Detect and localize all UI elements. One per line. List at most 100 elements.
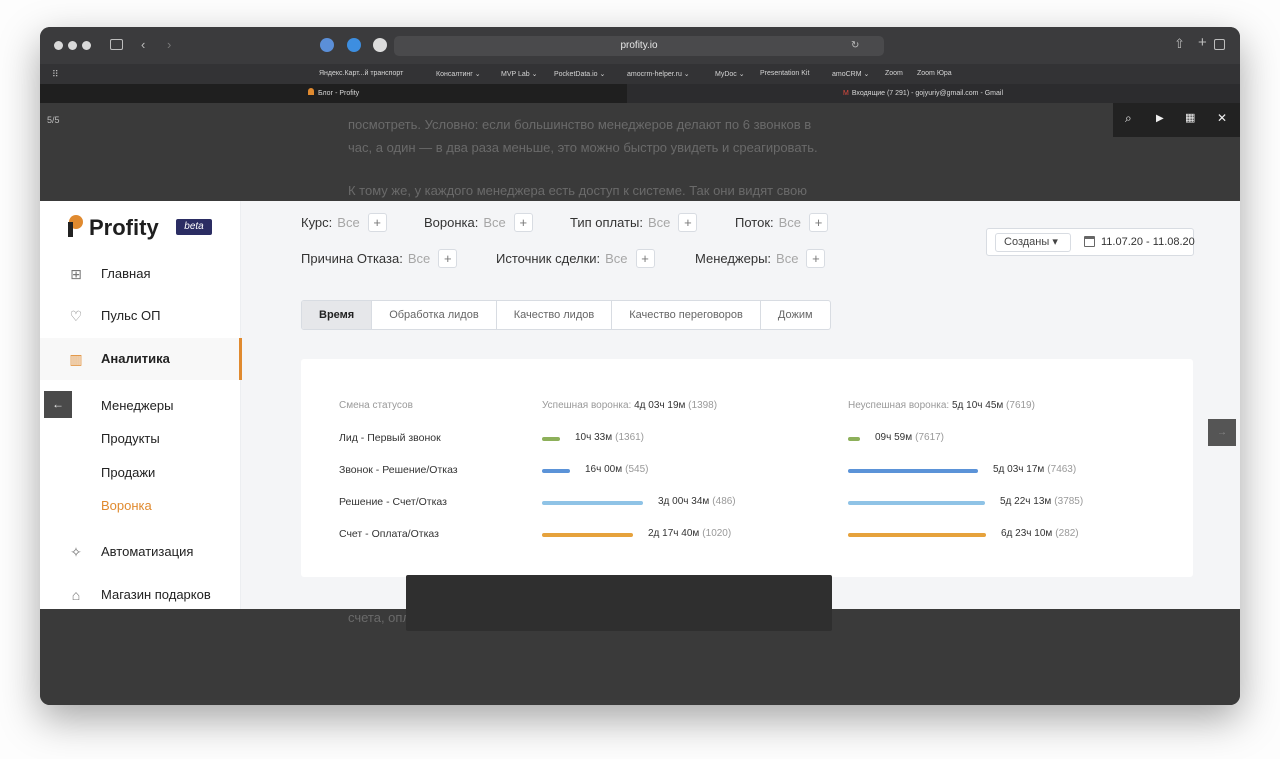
back-icon[interactable]: ‹ xyxy=(141,38,145,51)
reload-icon[interactable]: ↻ xyxy=(851,39,859,52)
sidebar-item-main[interactable]: ⊞ Главная xyxy=(40,253,241,295)
tab-blog[interactable]: Блог - Profity xyxy=(40,84,627,103)
status-time-card: Смена статусов Успешная воронка: 4д 03ч … xyxy=(301,359,1193,577)
address-bar[interactable]: profity.io xyxy=(394,36,884,56)
title-bar: ‹ › profity.io ↻ ⇧ + xyxy=(40,27,1240,64)
calendar-icon[interactable] xyxy=(1084,236,1095,247)
close-icon[interactable]: ✕ xyxy=(1217,111,1227,125)
new-tab-icon[interactable]: + xyxy=(1198,35,1207,50)
sidebar-item-label: Автоматизация xyxy=(101,544,194,559)
add-filter-button[interactable]: + xyxy=(635,249,655,268)
play-icon[interactable]: ▶ xyxy=(1156,113,1164,124)
deal-count: (1020) xyxy=(702,528,732,539)
filter-label: Воронка: xyxy=(424,215,479,230)
onepassword-extension-icon[interactable] xyxy=(347,38,361,52)
url-text: profity.io xyxy=(620,40,658,51)
filter-value: Все xyxy=(776,251,799,266)
bookmark-item[interactable]: amoCRM ⌄ xyxy=(832,70,869,78)
bar-chart-icon: ▥ xyxy=(69,351,83,367)
tab-lead-quality[interactable]: Качество лидов xyxy=(497,301,613,329)
sidebar-item-label: Магазин подарков xyxy=(101,587,211,602)
bookmark-item[interactable]: Zoom Юра xyxy=(917,70,952,77)
deal-count: (282) xyxy=(1055,528,1079,539)
sidebar-item-pulse[interactable]: ♡ Пульс ОП xyxy=(40,295,241,337)
add-filter-button[interactable]: + xyxy=(678,213,698,232)
fail-duration-value: 09ч 59м (7617) xyxy=(875,432,944,443)
sidebar-subitem-products[interactable]: Продукты xyxy=(101,431,160,446)
search-icon[interactable]: ⌕ xyxy=(1125,111,1132,126)
grid-view-icon[interactable]: ▦ xyxy=(1185,111,1195,124)
sidebar-subitem-sales[interactable]: Продажи xyxy=(101,465,155,480)
date-filter: Созданы ▾ 11.07.20 - 11.08.20 xyxy=(986,228,1195,256)
bookmark-item[interactable]: MyDoc ⌄ xyxy=(715,70,745,78)
date-range[interactable]: 11.07.20 - 11.08.20 xyxy=(1101,236,1195,248)
sidebar-item-label: Главная xyxy=(101,266,151,281)
forward-icon[interactable]: › xyxy=(167,38,171,51)
filter-value: Все xyxy=(778,215,802,230)
bookmarks-bar: ⠿ Яндекс.Карт...й транспорт Консалтинг ⌄… xyxy=(40,64,1240,84)
sparkle-icon: ✧ xyxy=(70,544,82,560)
filter-label: Менеджеры: xyxy=(695,251,772,266)
filter-label: Причина Отказа: xyxy=(301,251,403,266)
add-filter-button[interactable]: + xyxy=(513,213,533,232)
sidebar-item-gift-shop[interactable]: ⌂ Магазин подарков xyxy=(40,574,241,616)
tab-closing[interactable]: Дожим xyxy=(761,301,830,329)
close-window-button[interactable] xyxy=(54,41,63,50)
add-filter-button[interactable]: + xyxy=(438,249,458,268)
success-duration-bar xyxy=(542,533,633,537)
next-image-button[interactable]: → xyxy=(1208,419,1236,446)
article-text: час, а один — в два раза меньше, это мож… xyxy=(348,140,818,155)
date-mode-select[interactable]: Созданы ▾ xyxy=(995,233,1071,252)
minimize-window-button[interactable] xyxy=(68,41,77,50)
bookmark-item[interactable]: MVP Lab ⌄ xyxy=(501,70,537,78)
sidebar-subitem-managers[interactable]: Менеджеры xyxy=(101,398,173,413)
tab-overview-icon[interactable] xyxy=(1214,39,1225,50)
bookmark-item[interactable]: Presentation Kit xyxy=(760,70,809,77)
header-count: (7619) xyxy=(1006,400,1035,411)
deal-count: (3785) xyxy=(1054,496,1084,507)
tab-gmail[interactable]: M Входящие (7 291) - gojyuriy@gmail.com -… xyxy=(835,84,1003,103)
deal-count: (7463) xyxy=(1047,464,1077,475)
row-label: Решение - Счет/Отказ xyxy=(339,496,447,508)
article-text: посмотреть. Условно: если большинство ме… xyxy=(348,117,812,132)
logo-text: Profity xyxy=(89,215,159,240)
share-icon[interactable]: ⇧ xyxy=(1174,37,1185,50)
sidebar-item-analytics[interactable]: ▥ Аналитика xyxy=(40,338,242,380)
add-filter-button[interactable]: + xyxy=(367,213,387,232)
zoom-window-button[interactable] xyxy=(82,41,91,50)
bookmark-item[interactable]: PocketData.io ⌄ xyxy=(554,70,605,78)
header-label: Неуспешная воронка: xyxy=(848,400,950,411)
filter-label: Поток: xyxy=(735,215,774,230)
sidebar-item-automation[interactable]: ✧ Автоматизация xyxy=(40,531,241,573)
heartbeat-icon: ♡ xyxy=(69,308,83,324)
tab-time[interactable]: Время xyxy=(302,301,373,329)
profity-favicon-icon xyxy=(308,88,314,95)
bookmark-item[interactable]: amocrm-helper.ru ⌄ xyxy=(627,70,690,78)
sidebar-toggle-icon[interactable] xyxy=(110,39,123,50)
duration-text: 10ч 33м xyxy=(575,432,613,443)
fail-duration-value: 5д 22ч 13м (3785) xyxy=(1000,496,1083,507)
browser-window: ‹ › profity.io ↻ ⇧ + ⠿ Яндекс.Карт...й т… xyxy=(40,27,1240,705)
fail-duration-value: 5д 03ч 17м (7463) xyxy=(993,464,1076,475)
grid-icon[interactable]: ⠿ xyxy=(52,68,59,81)
sidebar-subitem-funnel[interactable]: Воронка xyxy=(101,498,152,513)
bookmark-item[interactable]: Консалтинг ⌄ xyxy=(436,70,481,78)
header-label: Успешная воронка: xyxy=(542,400,632,411)
next-screenshot-preview xyxy=(406,575,832,631)
bookmark-item[interactable]: Zoom xyxy=(885,70,903,77)
tab-lead-processing[interactable]: Обработка лидов xyxy=(372,301,497,329)
fail-duration-value: 6д 23ч 10м (282) xyxy=(1001,528,1079,539)
pocket-extension-icon[interactable] xyxy=(320,38,334,52)
add-filter-button[interactable]: + xyxy=(809,213,829,232)
previous-image-button[interactable]: ← xyxy=(44,391,72,418)
privacy-shield-icon[interactable] xyxy=(373,38,387,52)
beta-badge: beta xyxy=(176,219,212,235)
tab-negotiation-quality[interactable]: Качество переговоров xyxy=(612,301,761,329)
add-filter-button[interactable]: + xyxy=(806,249,826,268)
success-duration-value: 3д 00ч 34м (486) xyxy=(658,496,736,507)
success-duration-value: 16ч 00м (545) xyxy=(585,464,648,475)
bookmark-item[interactable]: Яндекс.Карт...й транспорт xyxy=(319,70,403,77)
deal-count: (1361) xyxy=(615,432,645,443)
row-label: Счет - Оплата/Отказ xyxy=(339,528,439,540)
success-duration-bar xyxy=(542,469,570,473)
